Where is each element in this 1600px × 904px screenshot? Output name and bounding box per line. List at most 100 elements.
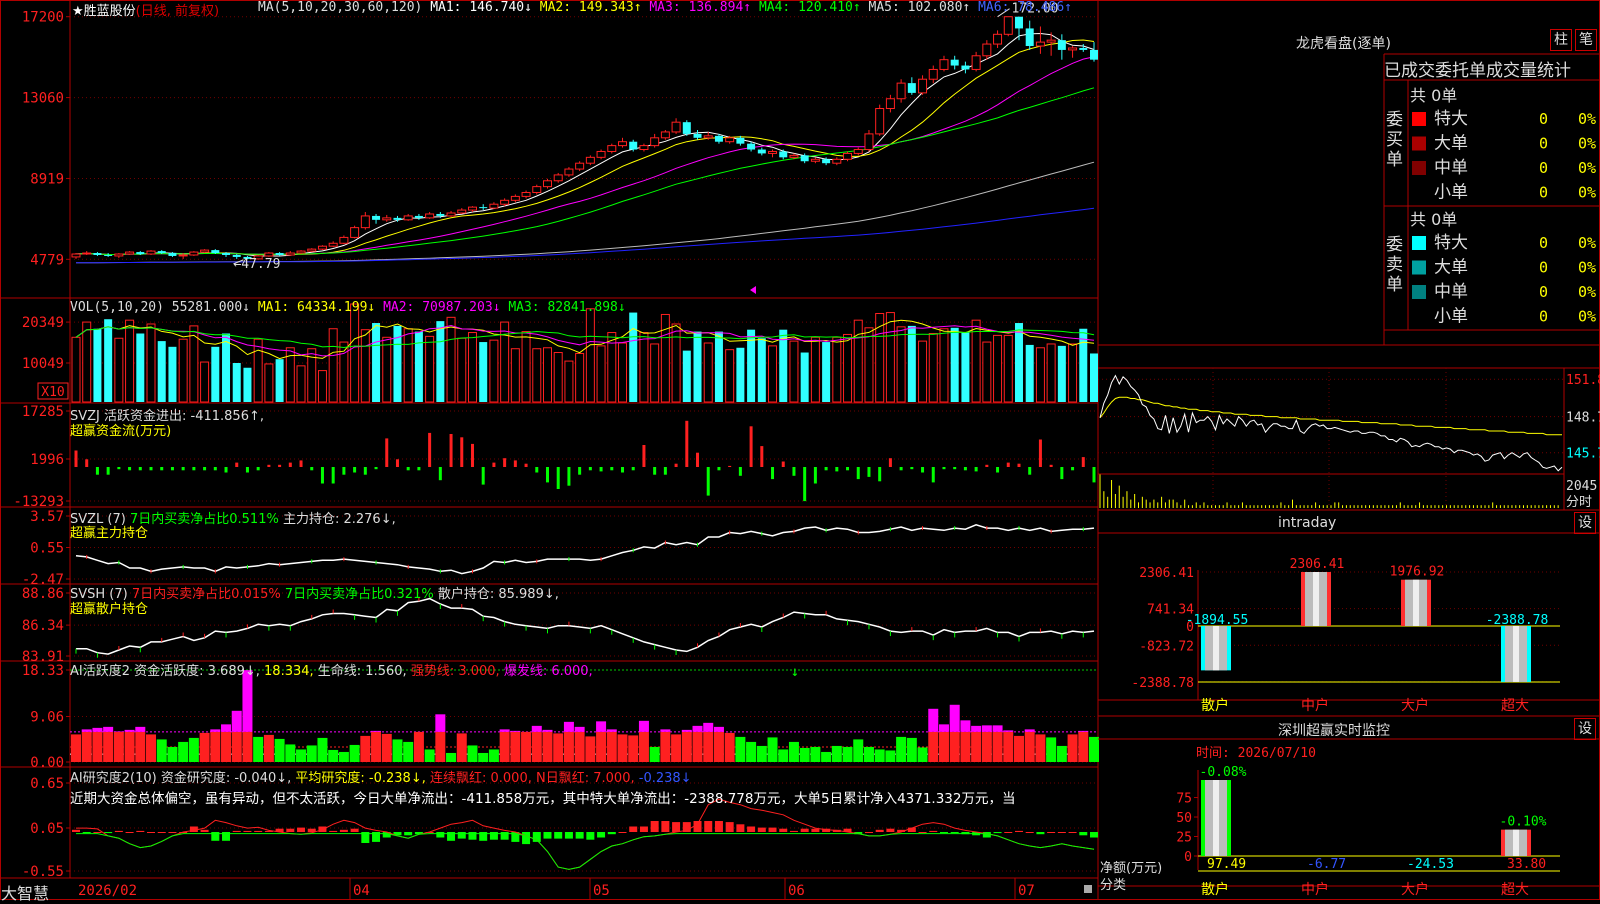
sell-swatch bbox=[1412, 285, 1426, 299]
candle-body-down bbox=[714, 135, 723, 142]
activity-bar bbox=[863, 746, 874, 762]
volume-bar-down bbox=[682, 350, 691, 402]
research-bar bbox=[672, 822, 681, 832]
candle-body-down bbox=[479, 207, 488, 209]
activity-bar bbox=[478, 752, 489, 762]
candle-body-up bbox=[971, 55, 981, 70]
ai-life-line: 生命线: 1.560, bbox=[317, 664, 407, 679]
activity-bar bbox=[799, 747, 810, 762]
x-axis-label: 06 bbox=[788, 883, 805, 899]
svzl-axis-tick-label: 3.57 bbox=[30, 509, 64, 525]
research-bar bbox=[939, 832, 948, 834]
volume-bar-up bbox=[832, 336, 842, 403]
candle-body-down bbox=[136, 252, 145, 255]
candle-body-up bbox=[82, 252, 92, 255]
activity-bar bbox=[253, 736, 264, 762]
activity-bar bbox=[671, 734, 682, 762]
research-bar bbox=[714, 821, 723, 832]
candle-body-down bbox=[1090, 49, 1098, 60]
ai-burst-line: 爆发线: 6.000, bbox=[503, 664, 593, 679]
volume-bar-up bbox=[553, 352, 563, 403]
scroll-lock-icon bbox=[1084, 885, 1092, 893]
monitor-tick-label: -2388.78 bbox=[1131, 676, 1194, 691]
candle-body-down bbox=[950, 59, 959, 66]
activity-bar bbox=[263, 734, 274, 762]
fund-inflow-bar bbox=[492, 462, 496, 467]
activity-bar bbox=[938, 731, 949, 762]
fund-outflow-bar bbox=[899, 467, 903, 471]
activity-bar bbox=[199, 732, 210, 762]
chart-canvas[interactable]: 172001306089194779172.00←47.792034910049… bbox=[0, 0, 1600, 900]
research-bar bbox=[597, 832, 606, 838]
candle-body-up bbox=[832, 158, 842, 164]
activity-bar bbox=[167, 746, 178, 762]
activity-bar bbox=[371, 731, 382, 762]
activity-bar bbox=[1024, 731, 1035, 762]
volume-bar-down bbox=[1090, 353, 1098, 402]
buy-row-name: 特大 bbox=[1434, 109, 1468, 129]
volume-bar-down bbox=[800, 352, 809, 402]
fund-inflow-bar bbox=[395, 459, 399, 467]
activity-burst-bar bbox=[135, 726, 146, 732]
candle-body-up bbox=[660, 131, 670, 139]
ma3-value: MA3: 136.894↑ bbox=[649, 0, 752, 15]
research-bar bbox=[639, 826, 648, 832]
volume-bar-up bbox=[382, 336, 392, 403]
volume-bar-down bbox=[693, 331, 702, 402]
x-axis-label: 05 bbox=[593, 883, 610, 899]
fund-inflow-bar bbox=[888, 458, 892, 467]
activity-bar bbox=[306, 745, 317, 762]
volume-bar-down bbox=[714, 331, 723, 402]
realtime-monitor-title: intraday bbox=[1278, 515, 1337, 531]
volume-bar-up bbox=[403, 328, 413, 403]
volume-bar-up bbox=[328, 328, 338, 403]
stats-tick-label: 50 bbox=[1176, 811, 1192, 826]
sell-orders-label: 委卖单 bbox=[1386, 235, 1403, 295]
fund-inflow-bar bbox=[524, 463, 528, 467]
fund-outflow-bar bbox=[106, 467, 110, 475]
candle-body-up bbox=[896, 82, 906, 100]
svzj-axis-tick-label: -13293 bbox=[13, 494, 64, 510]
ai-activity-value2: 18.334, bbox=[264, 664, 314, 679]
fund-outflow-bar bbox=[170, 467, 174, 471]
volume-bar-down bbox=[479, 342, 488, 402]
volume-bar-down bbox=[1014, 323, 1023, 402]
research-bar bbox=[607, 832, 616, 835]
bar-mode-button[interactable]: 柱 bbox=[1550, 29, 1572, 51]
fund-outflow-bar bbox=[803, 467, 807, 502]
activity-burst-bar bbox=[531, 725, 542, 732]
activity-bar bbox=[585, 736, 596, 762]
sell-row-pct: 0% bbox=[1578, 259, 1596, 277]
monitor-settings-button[interactable]: 设 bbox=[1574, 512, 1596, 534]
activity-bar bbox=[1013, 735, 1024, 762]
research-bar bbox=[200, 829, 209, 832]
stats-settings-button[interactable]: 设 bbox=[1574, 718, 1596, 740]
fund-outflow-bar bbox=[1071, 467, 1075, 471]
fund-inflow-bar bbox=[749, 426, 753, 467]
stock-title[interactable]: ★胜蓝股份(日线, 前复权) bbox=[72, 0, 219, 19]
ma6-value: MA6: 78.486↑ bbox=[978, 0, 1073, 15]
candle-body-up bbox=[521, 191, 531, 197]
activity-bar bbox=[124, 731, 135, 762]
monitor-category-label: 超大 bbox=[1501, 698, 1529, 714]
buy-orders-label: 委买单 bbox=[1386, 110, 1403, 170]
volume-bar-down bbox=[757, 338, 766, 402]
tick-mode-button[interactable]: 笔 bbox=[1575, 29, 1597, 51]
volume-bar-up bbox=[596, 345, 606, 403]
stats-category-label: 大户 bbox=[1401, 881, 1429, 898]
fund-outflow-bar bbox=[846, 467, 850, 471]
buy-row-count: 0 bbox=[1539, 135, 1548, 153]
research-bar bbox=[254, 830, 263, 832]
research-bar bbox=[104, 832, 113, 834]
stock-name[interactable]: ★胜蓝股份 bbox=[72, 4, 136, 19]
volume-bar-up bbox=[360, 329, 370, 403]
candle-body-down bbox=[1057, 40, 1066, 50]
candle-body-up bbox=[553, 174, 563, 182]
activity-bar bbox=[338, 751, 349, 762]
fund-outflow-bar bbox=[835, 467, 839, 472]
research-bar bbox=[789, 830, 798, 832]
fund-outflow-bar bbox=[95, 467, 99, 475]
candle-body-down bbox=[907, 83, 916, 93]
volume-bar-up bbox=[1003, 334, 1013, 403]
activity-burst-bar bbox=[949, 704, 960, 732]
